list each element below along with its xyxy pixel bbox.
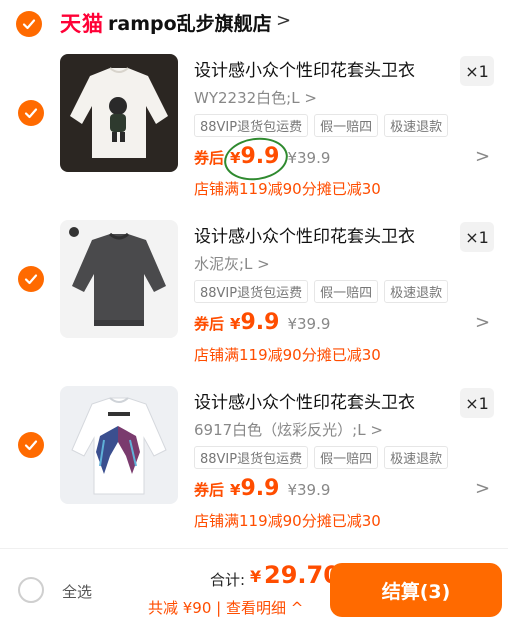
service-tag: 88VIP退货包运费 <box>194 280 309 303</box>
product-title[interactable]: 设计感小众个性印花套头卫衣 <box>194 56 415 81</box>
spec-selector[interactable]: WY2232白色;L > <box>194 87 317 108</box>
gray-sweatshirt-icon <box>60 220 178 338</box>
price-label: 券后 <box>194 149 225 167</box>
checkmark-icon <box>24 440 38 451</box>
original-price: ¥39.9 <box>287 481 331 499</box>
item-select-checkbox[interactable] <box>18 432 44 458</box>
currency-symbol: ¥ <box>230 315 241 333</box>
service-tag: 极速退款 <box>384 114 449 137</box>
shop-select-checkbox[interactable] <box>16 11 42 37</box>
view-details-link[interactable]: 共减 ¥90 | 查看明细 ^ <box>148 597 303 618</box>
spec-selector[interactable]: 水泥灰;L > <box>194 253 270 274</box>
spec-selector[interactable]: 6917白色（炫彩反光）;L > <box>194 419 383 440</box>
quantity-button[interactable]: ×1 <box>460 388 494 418</box>
service-tag: 假一赔四 <box>314 114 379 137</box>
discount-info: 店铺满119减90分摊已减30 <box>194 346 381 364</box>
checkmark-icon <box>24 274 38 285</box>
service-tags: 88VIP退货包运费 假一赔四 极速退款 <box>194 114 449 137</box>
quantity-button[interactable]: ×1 <box>460 222 494 252</box>
service-tag: 假一赔四 <box>314 280 379 303</box>
chevron-right-icon[interactable]: > <box>276 10 291 31</box>
cart-item: 设计感小众个性印花套头卫衣 ×1 水泥灰;L > 88VIP退货包运费 假一赔四… <box>0 220 508 386</box>
total-currency-symbol: ¥ <box>250 567 262 586</box>
cart-item: 设计感小众个性印花套头卫衣 ×1 6917白色（炫彩反光）;L > 88VIP退… <box>0 386 508 552</box>
service-tag: 极速退款 <box>384 280 449 303</box>
white-sweatshirt-wings-print-icon <box>60 386 178 504</box>
product-thumbnail[interactable] <box>60 386 178 504</box>
product-title[interactable]: 设计感小众个性印花套头卫衣 <box>194 222 415 247</box>
price-row: 券后 ¥ 9.9 ¥39.9 <box>194 144 330 174</box>
item-select-checkbox[interactable] <box>18 100 44 126</box>
original-price: ¥39.9 <box>287 149 331 167</box>
price-row: 券后 ¥ 9.9 ¥39.9 <box>194 310 330 340</box>
item-select-checkbox[interactable] <box>18 266 44 292</box>
select-all-checkbox[interactable] <box>18 577 44 603</box>
checkout-bar: 全选 合计: ¥ 29.70 共减 ¥90 | 查看明细 ^ 结算(3) <box>0 548 508 620</box>
select-all-label[interactable]: 全选 <box>62 581 92 602</box>
service-tag: 88VIP退货包运费 <box>194 114 309 137</box>
cart-item: 设计感小众个性印花套头卫衣 ×1 WY2232白色;L > 88VIP退货包运费… <box>0 54 508 220</box>
checkout-button[interactable]: 结算(3) <box>330 563 502 617</box>
discount-info: 店铺满119减90分摊已减30 <box>194 180 381 198</box>
service-tag: 88VIP退货包运费 <box>194 446 309 469</box>
white-sweatshirt-bear-print-icon <box>60 54 178 172</box>
chevron-right-icon[interactable]: > <box>475 146 490 167</box>
discount-info: 店铺满119减90分摊已减30 <box>194 512 381 530</box>
original-price: ¥39.9 <box>287 315 331 333</box>
product-title[interactable]: 设计感小众个性印花套头卫衣 <box>194 388 415 413</box>
product-thumbnail[interactable] <box>60 54 178 172</box>
shop-header: 天猫 rampo乱步旗舰店 > <box>0 0 508 48</box>
tmall-logo: 天猫 <box>60 12 104 36</box>
chevron-right-icon[interactable]: > <box>475 478 490 499</box>
checkmark-icon <box>24 108 38 119</box>
coupon-price: 9.9 <box>240 310 280 335</box>
coupon-price: 9.9 <box>240 476 280 501</box>
price-label: 券后 <box>194 315 225 333</box>
service-tags: 88VIP退货包运费 假一赔四 极速退款 <box>194 446 449 469</box>
shop-name-link[interactable]: rampo乱步旗舰店 <box>108 9 272 36</box>
product-thumbnail[interactable] <box>60 220 178 338</box>
total-label: 合计: <box>210 571 246 589</box>
currency-symbol: ¥ <box>230 481 241 499</box>
service-tag: 极速退款 <box>384 446 449 469</box>
coupon-price: 9.9 <box>240 144 280 169</box>
service-tag: 假一赔四 <box>314 446 379 469</box>
service-tags: 88VIP退货包运费 假一赔四 极速退款 <box>194 280 449 303</box>
chevron-right-icon[interactable]: > <box>475 312 490 333</box>
quantity-button[interactable]: ×1 <box>460 56 494 86</box>
price-label: 券后 <box>194 481 225 499</box>
checkmark-icon <box>22 19 36 30</box>
total-amount: 29.70 <box>264 561 340 589</box>
currency-symbol: ¥ <box>230 149 241 167</box>
price-row: 券后 ¥ 9.9 ¥39.9 <box>194 476 330 506</box>
